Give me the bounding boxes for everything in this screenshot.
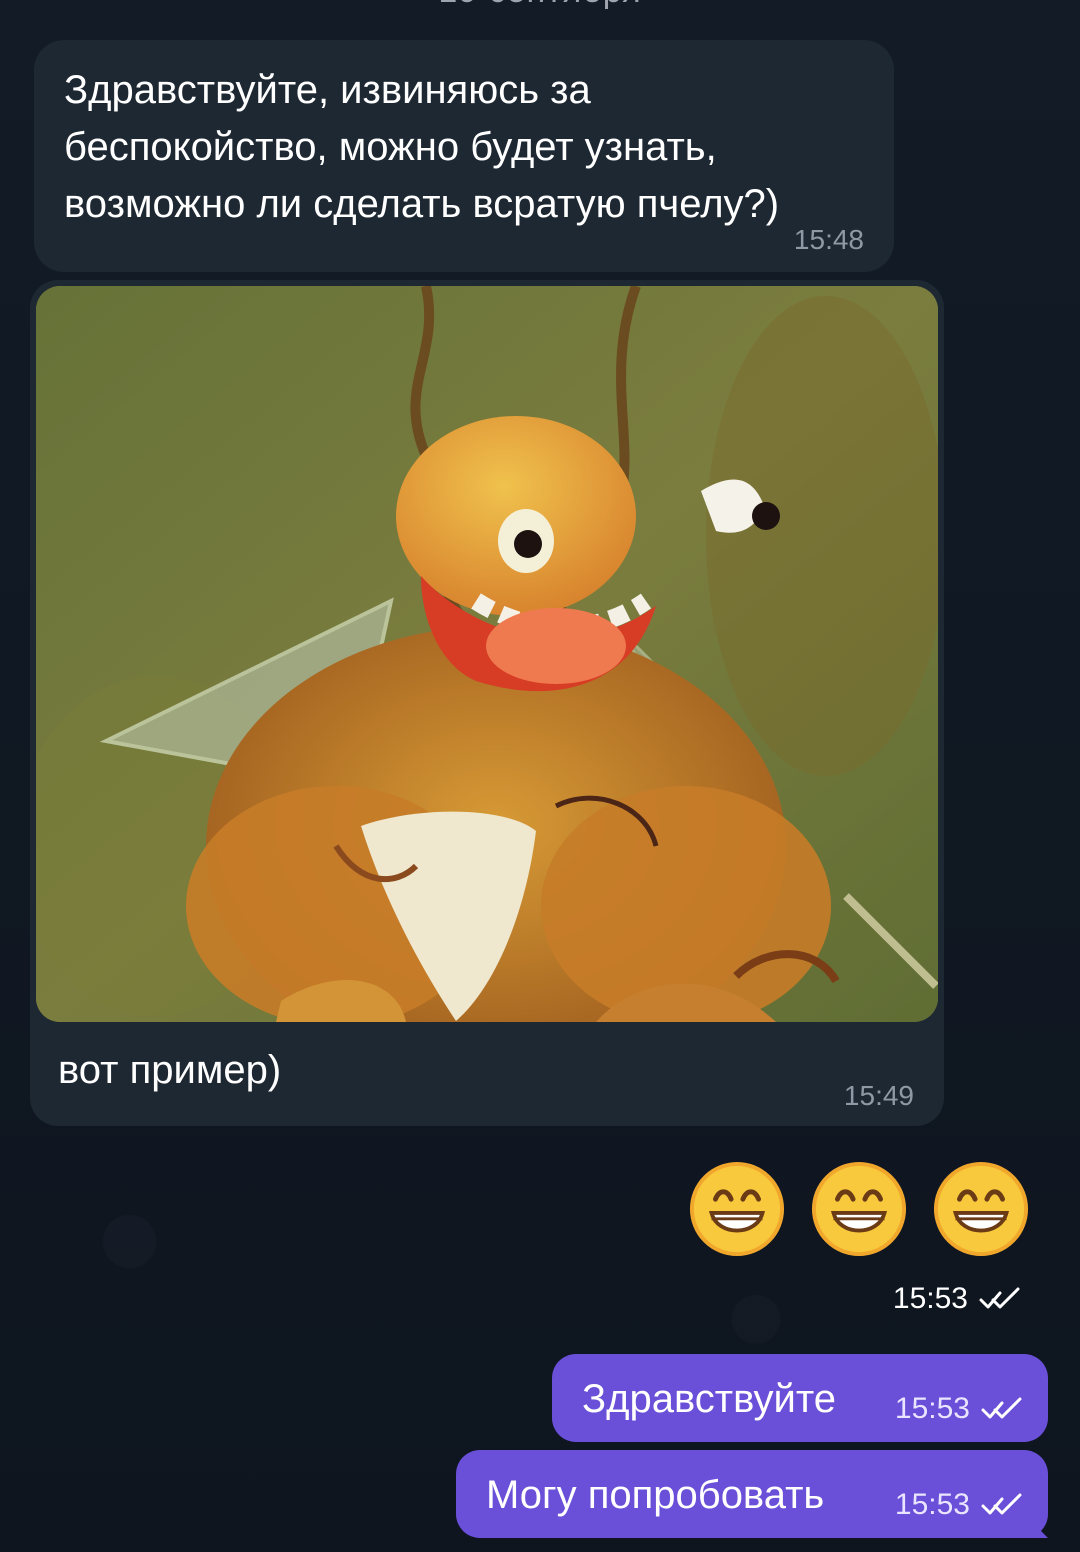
double-check-icon (981, 1397, 1022, 1419)
double-check-icon (979, 1287, 1020, 1309)
emoji-message[interactable] (688, 1160, 1030, 1258)
date-separator: 19 сентября (438, 0, 641, 11)
bubble-tail (1024, 1514, 1048, 1538)
grinning-emoji-icon (933, 1161, 1029, 1257)
bee-photo[interactable] (36, 286, 938, 1022)
outgoing-message-bubble[interactable]: Могу попробовать 15:53 (456, 1450, 1048, 1538)
photo-caption: вот пример) (58, 1048, 282, 1092)
double-check-icon (981, 1493, 1022, 1515)
message-text: Здравствуйте, извиняюсь за беспокойство,… (64, 68, 780, 226)
message-time: 15:53 (894, 1488, 970, 1521)
grinning-emoji-icon (811, 1161, 907, 1257)
incoming-photo-message[interactable]: вот пример) 15:49 (30, 280, 944, 1126)
message-meta: 15:53 (895, 1392, 1024, 1426)
emoji-message-meta: 15:53 (893, 1282, 1022, 1316)
incoming-message-bubble[interactable]: Здравствуйте, извиняюсь за беспокойство,… (34, 40, 894, 272)
message-time: 15:49 (843, 1080, 914, 1111)
message-meta: 15:53 (895, 1488, 1024, 1522)
message-text: Здравствуйте (582, 1377, 836, 1421)
grinning-emoji-icon (689, 1161, 785, 1257)
bee-image (36, 286, 938, 1022)
message-time: 15:53 (894, 1392, 970, 1425)
message-text: Могу попробовать (486, 1473, 825, 1517)
message-time: 15:53 (892, 1282, 968, 1315)
message-time: 15:48 (793, 224, 864, 255)
outgoing-message-bubble[interactable]: Здравствуйте 15:53 (552, 1354, 1048, 1442)
